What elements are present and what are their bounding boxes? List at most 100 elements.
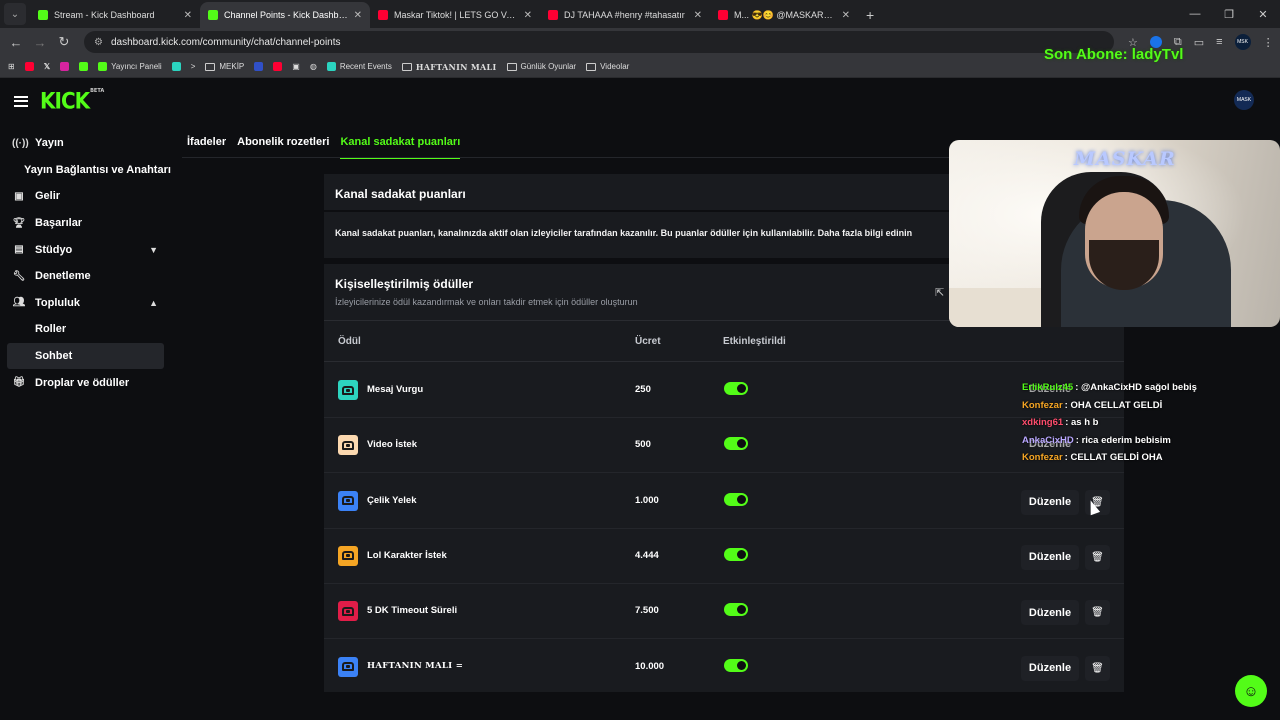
latest-subscriber-overlay: Son Abone: ladyTvl bbox=[1044, 46, 1184, 63]
reward-icon bbox=[338, 656, 358, 677]
bookmark-mekip[interactable]: MEKİP bbox=[205, 62, 244, 71]
sidebar-item-gelir[interactable]: ▣ Gelir bbox=[0, 183, 172, 210]
tab-title: DJ TAHAAA #henry #tahasatır bbox=[564, 10, 685, 20]
reward-enabled-toggle[interactable] bbox=[724, 437, 748, 451]
tab-close-icon[interactable]: ✕ bbox=[524, 10, 532, 21]
back-icon[interactable]: ← bbox=[4, 35, 28, 50]
bookmark-arrow[interactable]: > bbox=[191, 62, 196, 71]
custom-rewards-panel: Kişiselleştirilmiş ödüller İzleyicilerin… bbox=[324, 264, 1124, 692]
sidebar-item-label: Gelir bbox=[35, 190, 61, 203]
instagram-icon bbox=[60, 62, 70, 71]
edit-reward-button[interactable]: Düzenle bbox=[1021, 655, 1079, 681]
restore-icon[interactable]: ❐ bbox=[1212, 8, 1246, 21]
bookmark-youtube-2[interactable] bbox=[273, 62, 283, 71]
user-avatar[interactable]: MASK bbox=[1234, 90, 1254, 110]
youtube-icon bbox=[24, 62, 34, 71]
delete-reward-button[interactable]: 🗑︎ bbox=[1085, 655, 1110, 681]
app-icon bbox=[254, 62, 264, 71]
chat-username[interactable]: Konfezar bbox=[1022, 400, 1063, 411]
reward-enabled-toggle[interactable] bbox=[724, 603, 748, 617]
bookmark-youtube[interactable] bbox=[24, 62, 34, 71]
delete-reward-button[interactable]: 🗑︎ bbox=[1085, 600, 1110, 626]
reward-row: Çelik Yelek 1.000 Düzenle 🗑︎ bbox=[324, 474, 1124, 529]
browser-tab[interactable]: M... 😎😊 @MASKARR #edit ✕ bbox=[710, 2, 858, 28]
sidebar-item-topluluk[interactable]: 👥︎ Topluluk ▲ bbox=[0, 290, 172, 317]
bookmark-gunluk-oyunlar[interactable]: Günlük Oyunlar bbox=[506, 62, 577, 71]
edit-reward-button[interactable]: Düzenle bbox=[1021, 600, 1079, 626]
sidebar-item-sohbet[interactable]: Sohbet bbox=[7, 342, 164, 370]
sidebar-icon[interactable]: ▭ bbox=[1194, 36, 1204, 49]
bookmark-haftanin-mali[interactable]: HAFTANIN MALI bbox=[401, 62, 497, 72]
chat-text: OHA CELLAT GELDİ bbox=[1070, 399, 1163, 411]
apps-icon[interactable]: ⊞ bbox=[8, 62, 15, 71]
sidebar-item-basarilar[interactable]: 🏆︎ Başarılar bbox=[0, 210, 172, 237]
tab-close-icon[interactable]: ✕ bbox=[694, 10, 702, 21]
browser-tab[interactable]: DJ TAHAAA #henry #tahasatır ✕ bbox=[540, 2, 710, 28]
reward-cost: 1.000 bbox=[635, 494, 659, 506]
reward-enabled-toggle[interactable] bbox=[724, 547, 748, 561]
chevron-right-icon: > bbox=[190, 62, 196, 71]
sidebar-item-denetleme[interactable]: 🔧︎ Denetleme bbox=[0, 263, 172, 290]
browser-tab-active[interactable]: Channel Points - Kick Dashboard ✕ bbox=[200, 2, 370, 28]
bookmark-recent-events[interactable]: Recent Events bbox=[326, 62, 392, 71]
tab-close-icon[interactable]: ✕ bbox=[184, 10, 192, 21]
bookmark-yayinci-paneli[interactable]: Yayıncı Paneli bbox=[98, 62, 162, 71]
reward-row: Mesaj Vurgu 250 bbox=[324, 363, 1124, 418]
help-chat-button[interactable]: ☺ bbox=[1235, 675, 1267, 707]
reading-list-icon[interactable]: ≡ bbox=[1216, 36, 1222, 48]
profile-avatar[interactable]: MSK bbox=[1234, 34, 1251, 50]
sidebar-item-yayin[interactable]: ((·)) Yayın bbox=[0, 130, 172, 157]
youtube-icon bbox=[378, 10, 388, 20]
browser-menu-icon[interactable]: ⋮ bbox=[1263, 36, 1274, 49]
reward-name: Mesaj Vurgu bbox=[367, 384, 424, 395]
delete-reward-button[interactable]: 🗑︎ bbox=[1085, 544, 1110, 570]
tab-kanal-sadakat-puanlari[interactable]: Kanal sadakat puanları bbox=[340, 130, 461, 159]
reload-icon[interactable]: ↻ bbox=[52, 34, 76, 50]
reward-enabled-toggle[interactable] bbox=[724, 492, 748, 506]
url-field[interactable]: ⚙ dashboard.kick.com/community/chat/chan… bbox=[84, 31, 1114, 53]
reward-icon bbox=[338, 545, 358, 566]
bookmark-x[interactable]: 𝕏 bbox=[44, 62, 50, 71]
bookmark-videolar[interactable]: Videolar bbox=[586, 62, 629, 71]
tab-close-icon[interactable]: ✕ bbox=[842, 10, 850, 21]
site-info-icon[interactable]: ⚙ bbox=[94, 37, 103, 48]
close-window-icon[interactable]: ✕ bbox=[1246, 8, 1280, 21]
hamburger-menu-icon[interactable] bbox=[14, 93, 28, 109]
tab-abonelik-rozetleri[interactable]: Abonelik rozetleri bbox=[237, 130, 329, 159]
kick-logo[interactable]: KICKBETA bbox=[40, 88, 104, 114]
expand-icon[interactable]: ⇱ bbox=[935, 286, 944, 299]
bookmark-teal[interactable] bbox=[171, 62, 181, 71]
minimize-icon[interactable]: — bbox=[1178, 8, 1212, 20]
kick-header: KICKBETA MASK bbox=[0, 78, 1280, 124]
sidebar-item-droplar[interactable]: 🎁︎ Droplar ve ödüller bbox=[0, 369, 172, 396]
browser-tab[interactable]: Maskar Tiktok! | LETS GO VAN ✕ bbox=[370, 2, 540, 28]
tab-close-icon[interactable]: ✕ bbox=[354, 10, 362, 21]
edit-reward-button[interactable]: Düzenle bbox=[1021, 544, 1079, 570]
chat-username[interactable]: xdking61 bbox=[1022, 417, 1063, 428]
edit-reward-button[interactable]: Düzenle bbox=[1021, 489, 1079, 515]
bookmark-instagram[interactable] bbox=[60, 62, 70, 71]
globe-icon: ◍ bbox=[309, 62, 317, 71]
chat-username[interactable]: ErlikRulz45 bbox=[1022, 382, 1073, 393]
new-tab-icon[interactable]: + bbox=[866, 7, 874, 23]
bookmark-blue[interactable] bbox=[254, 62, 264, 71]
browser-tab[interactable]: Stream - Kick Dashboard ✕ bbox=[30, 2, 200, 28]
bookmark-kick[interactable] bbox=[79, 62, 89, 71]
sidebar-item-stream-key[interactable]: Yayın Bağlantısı ve Anahtarı bbox=[0, 157, 172, 184]
reward-enabled-toggle[interactable] bbox=[724, 382, 748, 395]
broadcast-icon: ((·)) bbox=[12, 137, 29, 149]
browser-tab-bar: ⌄ Stream - Kick Dashboard ✕ Channel Poin… bbox=[0, 0, 1280, 28]
tab-ifadeler[interactable]: İfadeler bbox=[187, 130, 226, 159]
reward-enabled-toggle[interactable] bbox=[724, 658, 748, 672]
bookmark-label: Videolar bbox=[600, 62, 630, 71]
chat-username[interactable]: AnkaCixHD bbox=[1022, 435, 1074, 446]
app-icon bbox=[326, 62, 336, 71]
chat-username[interactable]: Konfezar bbox=[1022, 452, 1063, 463]
bookmark-globe[interactable]: ◍ bbox=[310, 62, 317, 71]
forward-icon[interactable]: → bbox=[28, 35, 52, 50]
sidebar-item-studyo[interactable]: ▤ Stüdyo ▼ bbox=[0, 236, 172, 263]
sidebar-item-roller[interactable]: Roller bbox=[0, 316, 172, 343]
bookmark-image[interactable]: ▣ bbox=[292, 62, 300, 71]
bookmark-label: Günlük Oyunlar bbox=[520, 62, 577, 71]
tab-search-button[interactable]: ⌄ bbox=[4, 3, 26, 25]
